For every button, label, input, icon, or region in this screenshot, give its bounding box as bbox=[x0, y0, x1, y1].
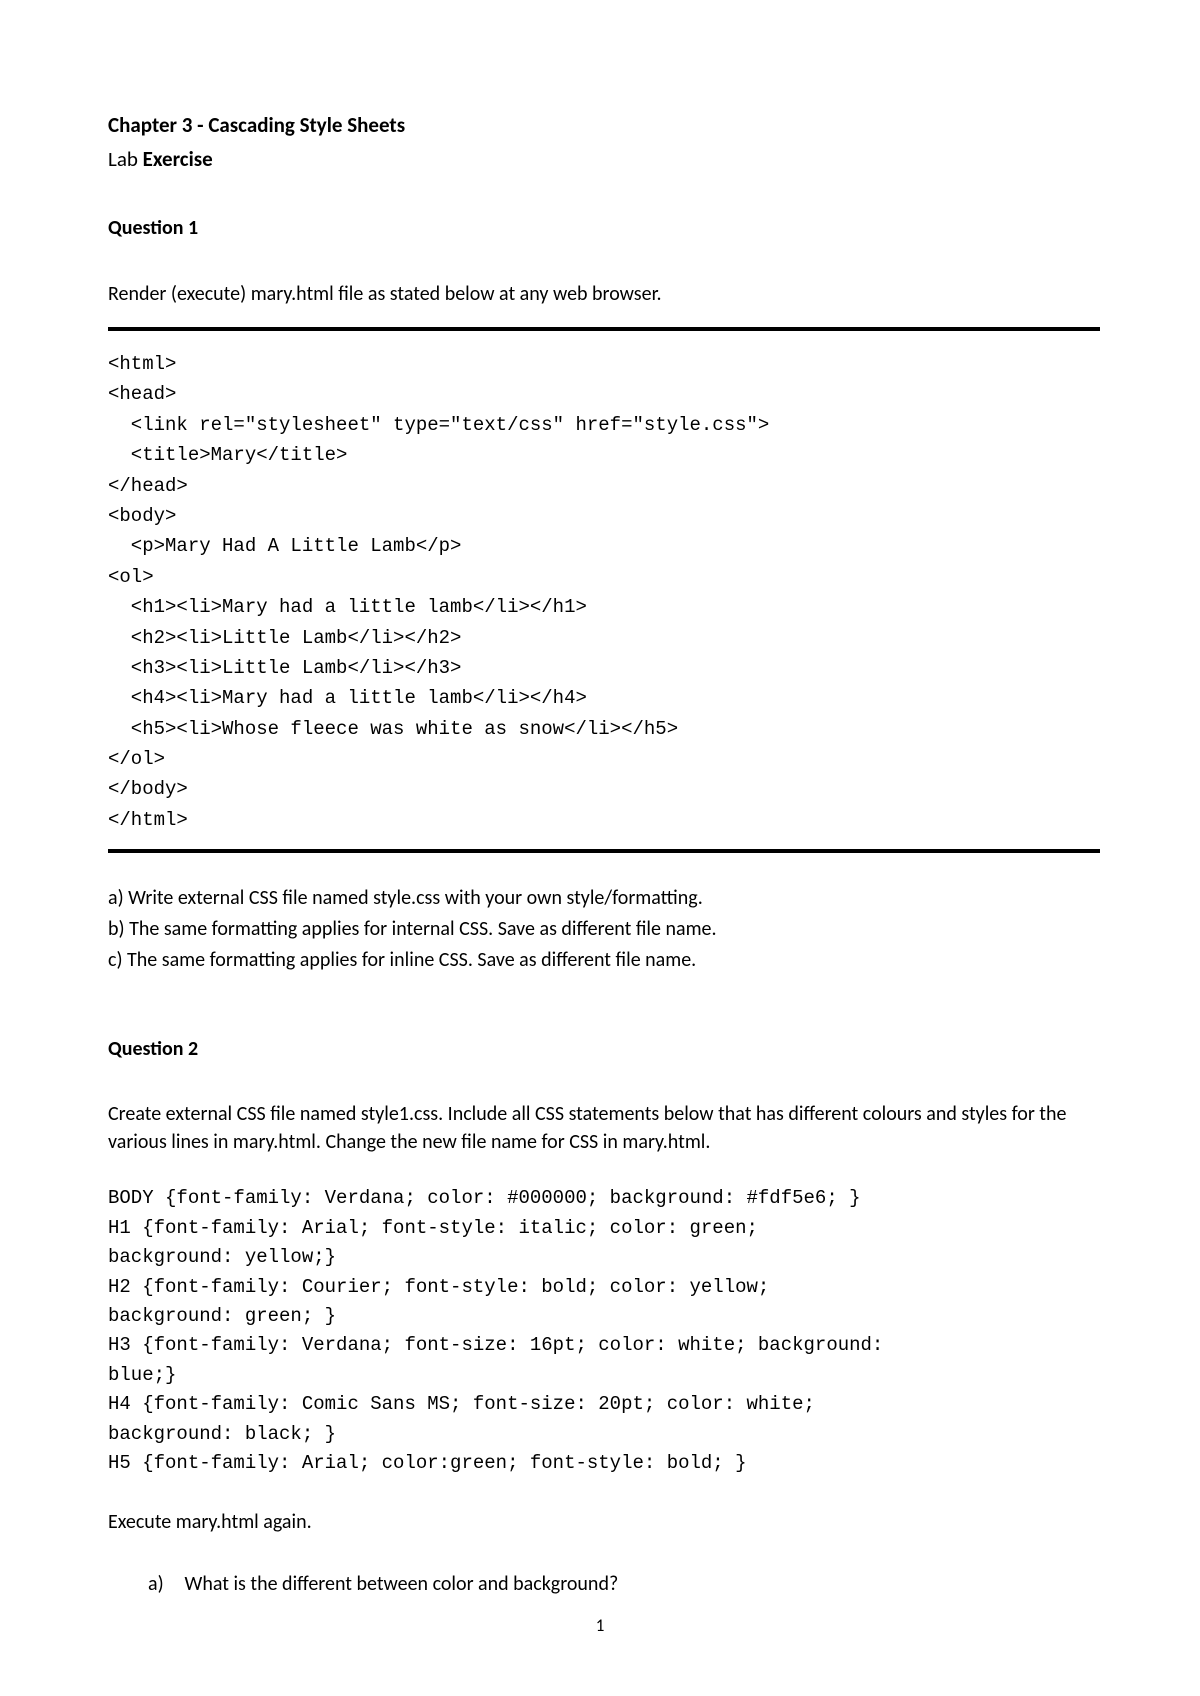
q1-b: b) The same formatting applies for inter… bbox=[108, 914, 1100, 945]
q2-intro: Create external CSS file named style1.cs… bbox=[108, 1100, 1100, 1156]
q1-c: c) The same formatting applies for inlin… bbox=[108, 945, 1100, 976]
lab-exercise-subtitle: Lab Exercise bbox=[108, 144, 1100, 176]
chapter-title: Chapter 3 - Cascading Style Sheets bbox=[108, 110, 1100, 142]
page-content: Chapter 3 - Cascading Style Sheets Lab E… bbox=[108, 110, 1100, 1599]
page-number: 1 bbox=[0, 1613, 1200, 1639]
q2-a-text: What is the different between color and … bbox=[185, 1572, 619, 1596]
divider-bottom bbox=[108, 849, 1100, 853]
lab-bold: Exercise bbox=[143, 146, 213, 172]
q2-code-block: BODY {font-family: Verdana; color: #0000… bbox=[108, 1184, 1100, 1478]
question-2-heading: Question 2 bbox=[108, 1034, 1100, 1064]
q2-a-label: a) bbox=[148, 1569, 180, 1599]
lab-prefix: Lab bbox=[108, 146, 143, 172]
divider-top bbox=[108, 327, 1100, 331]
q1-intro: Render (execute) mary.html file as state… bbox=[108, 279, 1100, 309]
q1-a: a) Write external CSS file named style.c… bbox=[108, 883, 1100, 914]
q2-execute: Execute mary.html again. bbox=[108, 1507, 1100, 1537]
q2-sub-questions: a) What is the different between color a… bbox=[108, 1569, 1100, 1599]
question-1-heading: Question 1 bbox=[108, 213, 1100, 243]
q1-code-block: <html> <head> <link rel="stylesheet" typ… bbox=[108, 349, 1100, 835]
q1-sub-questions: a) Write external CSS file named style.c… bbox=[108, 883, 1100, 976]
